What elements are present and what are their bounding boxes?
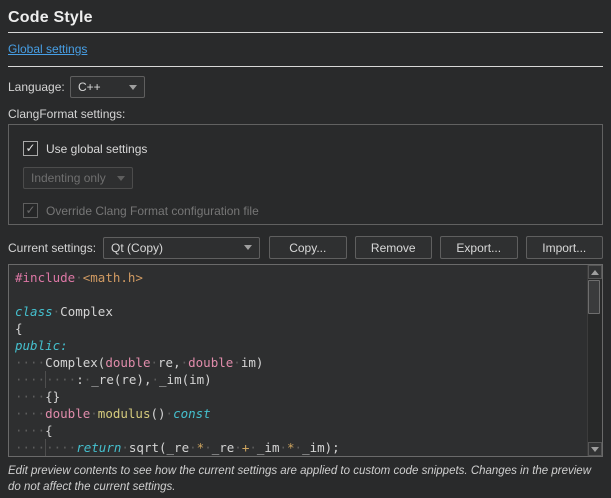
current-settings-dropdown[interactable]: Qt (Copy) [103,237,260,259]
code-line: ····{} [15,388,602,405]
scrollbar-thumb[interactable] [588,280,600,314]
scroll-down-button[interactable] [588,442,602,456]
clangformat-mode-dropdown[interactable]: Indenting only [23,167,133,189]
title-separator [8,32,603,33]
override-clangformat-label: Override Clang Format configuration file [46,204,259,218]
link-separator [8,66,603,67]
language-dropdown[interactable]: C++ [70,76,145,98]
code-line: public: [15,337,602,354]
checkmark-icon: ✓ [25,142,35,154]
code-line: #include·<math.h> [15,269,602,286]
chevron-down-icon [244,245,252,250]
code-line: class·Complex [15,303,602,320]
clangformat-mode-value: Indenting only [31,171,106,185]
code-line [15,286,602,303]
clangformat-section-label: ClangFormat settings: [8,107,603,122]
code-line: ········:·_re(re),·_im(im) [15,371,602,388]
scroll-up-button[interactable] [588,265,602,279]
code-area[interactable]: #include·<math.h> class·Complex{public:·… [9,265,602,456]
page-title: Code Style [8,0,603,27]
checkmark-icon: ✓ [25,204,35,216]
triangle-down-icon [591,447,599,452]
language-dropdown-value: C++ [78,80,101,94]
chevron-down-icon [129,85,137,90]
current-settings-label: Current settings: [8,241,96,255]
override-clangformat-checkbox[interactable]: ✓ Override Clang Format configuration fi… [23,203,602,218]
triangle-up-icon [591,270,599,275]
copy-button[interactable]: Copy... [269,236,346,259]
remove-button[interactable]: Remove [355,236,432,259]
global-settings-link[interactable]: Global settings [8,42,87,56]
use-global-settings-label: Use global settings [46,142,147,156]
use-global-settings-checkbox[interactable]: ✓ Use global settings [23,141,602,156]
footer-note: Edit preview contents to see how the cur… [8,463,603,495]
language-row: Language: C++ [8,76,603,98]
checkbox-box: ✓ [23,141,38,156]
vertical-scrollbar[interactable] [587,265,602,456]
code-line: { [15,320,602,337]
code-preview-editor[interactable]: #include·<math.h> class·Complex{public:·… [8,264,603,457]
checkbox-box: ✓ [23,203,38,218]
code-line: ····{ [15,422,602,439]
current-settings-row: Current settings: Qt (Copy) Copy... Remo… [8,236,603,259]
code-line: ········return·sqrt(_re·*·_re·+·_im·*·_i… [15,439,602,456]
export-button[interactable]: Export... [440,236,517,259]
current-settings-value: Qt (Copy) [111,241,163,255]
code-line: ····double·modulus()·const [15,405,602,422]
clangformat-groupbox: ✓ Use global settings Indenting only ✓ O… [8,124,603,225]
import-button[interactable]: Import... [526,236,603,259]
code-style-settings-page: Code Style Global settings Language: C++… [0,0,611,495]
chevron-down-icon [117,176,125,181]
language-label: Language: [8,80,70,94]
code-line: ····Complex(double·re,·double·im) [15,354,602,371]
